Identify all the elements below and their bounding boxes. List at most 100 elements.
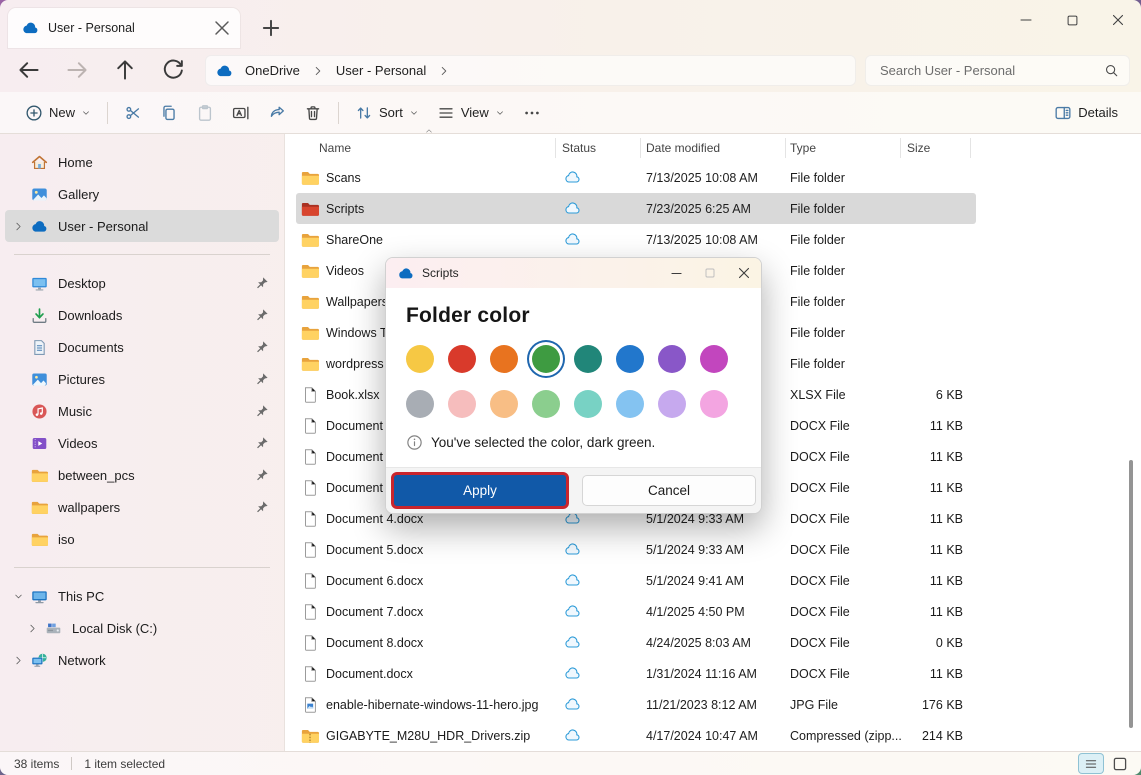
new-button[interactable]: New — [16, 97, 100, 129]
date-modified: 11/21/2023 8:12 AM — [641, 698, 786, 712]
navigation-sidebar: HomeGalleryUser - Personal DesktopDownloa… — [0, 134, 284, 751]
new-tab-button[interactable] — [258, 15, 284, 41]
apply-button[interactable]: Apply — [391, 472, 569, 509]
item-count: 38 items — [14, 757, 71, 771]
column-header-date-modified[interactable]: Date modified — [641, 138, 786, 158]
tab-user-personal[interactable]: User - Personal — [8, 8, 240, 48]
color-swatch-84c3f1[interactable] — [616, 390, 644, 418]
details-view-toggle[interactable] — [1079, 754, 1103, 773]
color-swatch-2277cc[interactable] — [616, 345, 644, 373]
date-modified: 4/17/2024 10:47 AM — [641, 729, 786, 743]
sidebar-item-music[interactable]: Music — [5, 395, 279, 427]
color-swatch-f8be85[interactable] — [490, 390, 518, 418]
close-button[interactable] — [1095, 0, 1141, 40]
date-modified: 5/1/2024 9:41 AM — [641, 574, 786, 588]
color-swatch-c6a9ee[interactable] — [658, 390, 686, 418]
column-header-status[interactable]: Status — [556, 138, 641, 158]
file-row-document-5-docx[interactable]: Document 5.docx5/1/2024 9:33 AMDOCX File… — [296, 534, 976, 565]
file-row-gigabyte-m28u-hdr-drivers-zip[interactable]: GIGABYTE_M28U_HDR_Drivers.zip4/17/2024 1… — [296, 720, 976, 751]
cut-button[interactable] — [115, 97, 151, 129]
file-row-document-7-docx[interactable]: Document 7.docx4/1/2025 4:50 PMDOCX File… — [296, 596, 976, 627]
color-swatch-f3a5e1[interactable] — [700, 390, 728, 418]
minimize-button[interactable] — [1003, 0, 1049, 40]
file-icon — [301, 665, 319, 683]
file-row-document-docx[interactable]: Document.docx1/31/2024 11:16 AMDOCX File… — [296, 658, 976, 689]
color-swatch-218679[interactable] — [574, 345, 602, 373]
up-button[interactable] — [112, 57, 138, 83]
tab-close-icon[interactable] — [214, 20, 230, 36]
chevron-right-icon[interactable] — [5, 221, 31, 232]
chevron-down-icon[interactable] — [5, 591, 31, 602]
sidebar-item-gallery[interactable]: Gallery — [5, 178, 279, 210]
color-swatch-78d2c4[interactable] — [574, 390, 602, 418]
color-swatch-a8adb4[interactable] — [406, 390, 434, 418]
sync-status — [556, 543, 641, 556]
delete-button[interactable] — [295, 97, 331, 129]
color-swatch-e8731f[interactable] — [490, 345, 518, 373]
file-row-shareone[interactable]: ShareOne7/13/2025 10:08 AMFile folder — [296, 224, 976, 255]
cancel-button[interactable]: Cancel — [582, 475, 756, 506]
sidebar-item-desktop[interactable]: Desktop — [5, 267, 279, 299]
maximize-button[interactable] — [1049, 0, 1095, 40]
breadcrumb-onedrive[interactable]: OneDrive — [241, 61, 304, 80]
sidebar-item-home[interactable]: Home — [5, 146, 279, 178]
sidebar-item-user-personal[interactable]: User - Personal — [5, 210, 279, 242]
breadcrumb[interactable]: OneDrive User - Personal — [205, 55, 856, 86]
breadcrumb-user-personal[interactable]: User - Personal — [332, 61, 430, 80]
sidebar-divider — [14, 567, 270, 568]
sidebar-item-local-disk-c[interactable]: Local Disk (C:) — [19, 612, 279, 644]
dialog-minimize-button[interactable] — [659, 258, 693, 288]
paste-button[interactable] — [187, 97, 223, 129]
color-swatch-8bce8e[interactable] — [532, 390, 560, 418]
color-swatch-f6bdbd[interactable] — [448, 390, 476, 418]
file-name: Book.xlsx — [326, 388, 380, 402]
chevron-right-icon[interactable] — [19, 623, 45, 634]
column-header-name[interactable]: Name — [296, 138, 556, 158]
file-size: 11 KB — [901, 667, 971, 681]
vertical-scrollbar[interactable] — [1129, 460, 1133, 728]
selection-info-text: You've selected the color, dark green. — [431, 435, 655, 450]
chevron-right-icon[interactable] — [5, 655, 31, 666]
file-row-enable-hibernate-windows-11-hero-jpg[interactable]: enable-hibernate-windows-11-hero.jpg11/2… — [296, 689, 976, 720]
gallery-icon — [31, 186, 48, 203]
file-row-document-8-docx[interactable]: Document 8.docx4/24/2025 8:03 AMDOCX Fil… — [296, 627, 976, 658]
file-row-scripts[interactable]: Scripts7/23/2025 6:25 AMFile folder — [296, 193, 976, 224]
copy-button[interactable] — [151, 97, 187, 129]
sidebar-item-network[interactable]: Network — [5, 644, 279, 676]
sidebar-item-documents[interactable]: Documents — [5, 331, 279, 363]
details-button-label: Details — [1078, 105, 1118, 120]
sync-status — [556, 202, 641, 215]
share-button[interactable] — [259, 97, 295, 129]
sidebar-item-wallpapers[interactable]: wallpapers — [5, 491, 279, 523]
icons-view-toggle[interactable] — [1107, 754, 1131, 773]
color-swatch-f6c844[interactable] — [406, 345, 434, 373]
command-toolbar: New Sort View Details — [0, 92, 1141, 134]
details-pane-button[interactable]: Details — [1045, 97, 1127, 129]
sidebar-item-pictures[interactable]: Pictures — [5, 363, 279, 395]
sort-button[interactable]: Sort — [346, 97, 428, 129]
color-swatch-d93a2b[interactable] — [448, 345, 476, 373]
column-header-size[interactable]: Size — [901, 138, 971, 158]
sidebar-item-between-pcs[interactable]: between_pcs — [5, 459, 279, 491]
sidebar-item-videos[interactable]: Videos — [5, 427, 279, 459]
sync-status — [556, 233, 641, 246]
column-header-type[interactable]: Type — [786, 138, 901, 158]
refresh-button[interactable] — [160, 57, 186, 83]
dialog-close-button[interactable] — [727, 258, 761, 288]
cloud-status-icon — [564, 636, 581, 649]
details-pane-icon — [1054, 104, 1072, 122]
more-options-button[interactable] — [514, 97, 550, 129]
search-input[interactable]: Search User - Personal — [865, 55, 1130, 86]
color-swatch-dark-green[interactable] — [532, 345, 560, 373]
view-button[interactable]: View — [428, 97, 514, 129]
sidebar-item-iso[interactable]: iso — [5, 523, 279, 555]
color-swatch-c246be[interactable] — [700, 345, 728, 373]
color-swatch-8957c8[interactable] — [658, 345, 686, 373]
sidebar-item-this-pc[interactable]: This PC — [5, 580, 279, 612]
file-row-document-6-docx[interactable]: Document 6.docx5/1/2024 9:41 AMDOCX File… — [296, 565, 976, 596]
back-button[interactable] — [16, 57, 42, 83]
forward-button[interactable] — [64, 57, 90, 83]
sidebar-item-downloads[interactable]: Downloads — [5, 299, 279, 331]
rename-button[interactable] — [223, 97, 259, 129]
file-row-scans[interactable]: Scans7/13/2025 10:08 AMFile folder — [296, 162, 976, 193]
